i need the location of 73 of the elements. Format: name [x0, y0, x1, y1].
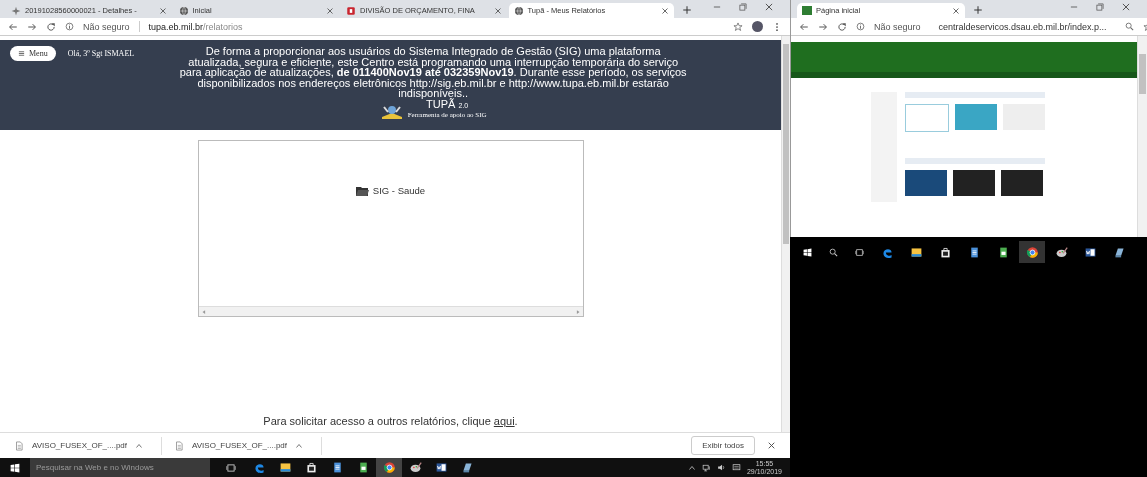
browser-icon	[252, 461, 266, 474]
shopping-bag-icon	[304, 461, 318, 474]
report-link[interactable]: SIG - Saude	[355, 185, 426, 196]
browser-icon	[382, 461, 396, 474]
word-processor-icon	[434, 461, 448, 474]
access-link[interactable]: aqui	[493, 415, 515, 427]
app-icon	[1112, 245, 1126, 259]
notification-icon[interactable]	[731, 463, 741, 472]
url-text[interactable]: tupa.eb.mil.br/relatorios	[148, 21, 243, 32]
bookmark-star-icon[interactable]	[733, 21, 743, 32]
app-icon	[460, 461, 474, 474]
reload-icon[interactable]	[837, 21, 847, 32]
profile-avatar[interactable]	[752, 21, 763, 32]
folder-icon	[355, 185, 369, 196]
folder-icon	[909, 245, 923, 259]
close-tab-icon[interactable]	[493, 6, 502, 15]
close-tab-icon[interactable]	[952, 6, 960, 15]
back-icon[interactable]	[8, 21, 18, 32]
menu-button[interactable]: Menu	[10, 46, 56, 61]
file-icon	[174, 440, 184, 451]
task-view-icon[interactable]	[855, 247, 864, 257]
star-icon	[11, 5, 21, 16]
access-request-text: Para solicitar acesso a outros relatórios, clique aqui.	[263, 415, 518, 427]
new-tab-icon[interactable]	[973, 5, 983, 15]
word-processor-icon	[1083, 245, 1097, 259]
shield-icon	[346, 5, 356, 16]
close-icon[interactable]	[1121, 2, 1131, 12]
url-text[interactable]: centraldeservicos.dsau.eb.mil.br/index.p...	[938, 21, 1107, 32]
palette-icon	[1054, 245, 1068, 259]
search-icon[interactable]	[829, 247, 838, 257]
security-label: Não seguro	[874, 21, 921, 32]
close-icon[interactable]	[764, 2, 774, 12]
volume-icon[interactable]	[716, 463, 726, 472]
download-item[interactable]: AVISO_FUSEX_OF_....pdf	[14, 436, 162, 455]
taskbar-button[interactable]	[1019, 241, 1045, 263]
scrollbar[interactable]	[783, 44, 789, 244]
forward-icon[interactable]	[27, 21, 37, 32]
reload-icon[interactable]	[46, 21, 56, 32]
download-item[interactable]: AVISO_FUSEX_OF_....pdf	[174, 436, 322, 455]
security-label: Não seguro	[83, 21, 130, 32]
windows-start-icon[interactable]	[10, 462, 20, 473]
task-view-icon[interactable]	[226, 462, 236, 473]
logo-title: TUPÃ	[426, 97, 456, 110]
back-icon[interactable]	[799, 21, 809, 32]
palette-icon	[408, 461, 422, 474]
caret-icon[interactable]	[687, 463, 696, 472]
menu-icon	[18, 50, 25, 57]
page-icon	[802, 6, 812, 15]
close-icon[interactable]	[767, 441, 776, 450]
show-all-button[interactable]: Exibir todos	[691, 436, 755, 455]
network-icon[interactable]	[701, 463, 711, 472]
caret-icon[interactable]	[135, 441, 143, 450]
file-icon	[14, 440, 24, 451]
maintenance-notice: De forma a proporcionar aos usuários do Sistema Integrado de Gestão (SIG) uma plataforma atualizada, segura e eficiente, este Centro está programando uma interrupção temporária do serviço para aplicação de atualizações, de 011400Nov19 até 032359Nov19. Durante esse período, os serviços disponibilizados nos endereços eletrônicos http://sig.eb.mil.br e http://www.tupa.eb.mil.br estarão indisponíveis..	[178, 46, 688, 99]
zoom-icon[interactable]	[1124, 22, 1134, 31]
forward-icon[interactable]	[818, 21, 828, 32]
windows-start-icon[interactable]	[803, 247, 812, 257]
info-icon[interactable]	[856, 22, 865, 31]
restore-icon[interactable]	[738, 2, 748, 12]
search-field[interactable]: Pesquisar na Web e no Windows	[30, 458, 210, 477]
close-tab-icon[interactable]	[326, 6, 334, 15]
scrollbar[interactable]	[1137, 36, 1147, 237]
info-icon[interactable]	[65, 22, 74, 31]
close-tab-icon[interactable]	[158, 6, 167, 15]
caret-icon[interactable]	[295, 441, 303, 450]
browser-icon	[1025, 245, 1039, 259]
new-tab-icon[interactable]	[682, 5, 692, 15]
folder-icon	[278, 461, 292, 474]
globe-icon	[513, 5, 524, 16]
user-greeting: Olá, 3º Sgt ISMAEL	[67, 49, 135, 58]
close-tab-icon[interactable]	[661, 6, 669, 15]
shopping-bag-icon	[938, 245, 952, 259]
restore-icon[interactable]	[1095, 2, 1105, 12]
